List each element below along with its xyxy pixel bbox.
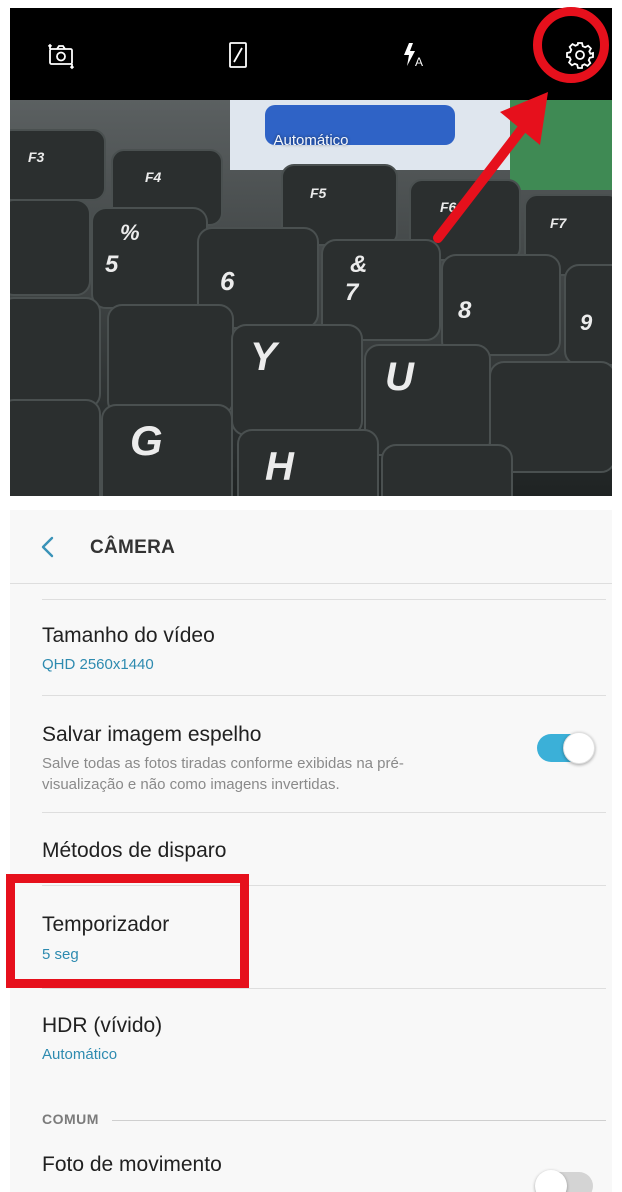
divider — [42, 812, 606, 813]
svg-text:F5: F5 — [310, 185, 327, 201]
svg-text:U: U — [385, 355, 415, 399]
svg-text:F3: F3 — [28, 149, 45, 165]
keyboard-photo: F3 F4 F5 F6 F7 % 5 6 & 7 8 9 Y U G H — [10, 100, 612, 496]
camera-settings-panel: CÂMERA Tamanho do vídeo QHD 2560x1440 Sa… — [10, 510, 612, 1192]
setting-description: Salve todas as fotos tiradas conforme ex… — [42, 755, 404, 793]
svg-text:F4: F4 — [145, 169, 162, 185]
camera-viewfinder[interactable]: A F3 F4 F5 F6 F7 % 5 6 & 7 8 9 Y U G H A… — [10, 8, 612, 496]
camera-mode-label: Automático — [273, 132, 349, 149]
setting-value: Automático — [42, 1046, 118, 1063]
back-arrow-icon[interactable] — [34, 532, 64, 562]
setting-value: QHD 2560x1440 — [42, 656, 154, 673]
svg-text:%: % — [120, 220, 140, 245]
svg-text:H: H — [265, 445, 295, 489]
setting-title: Tamanho do vídeo — [42, 624, 215, 647]
svg-text:G: G — [130, 417, 163, 464]
setting-title: HDR (vívido) — [42, 1014, 163, 1037]
aspect-ratio-icon[interactable] — [215, 32, 261, 78]
annotation-highlight-box — [6, 874, 249, 988]
motion-photo-toggle[interactable] — [535, 1170, 593, 1192]
section-divider — [112, 1120, 606, 1121]
setting-title: Salvar imagem espelho — [42, 723, 262, 746]
divider — [42, 599, 606, 600]
svg-text:7: 7 — [345, 279, 360, 306]
divider — [42, 988, 606, 989]
svg-text:5: 5 — [105, 251, 119, 278]
svg-text:F6: F6 — [440, 199, 457, 215]
annotation-circle — [533, 7, 609, 83]
svg-text:8: 8 — [458, 297, 472, 324]
switch-camera-icon[interactable] — [38, 32, 84, 78]
page-title: CÂMERA — [90, 537, 176, 558]
toggle-knob — [563, 732, 595, 764]
settings-header: CÂMERA — [10, 510, 612, 584]
svg-text:F7: F7 — [550, 215, 568, 231]
save-mirror-toggle[interactable] — [537, 732, 595, 764]
setting-title: Foto de movimento — [42, 1153, 222, 1176]
svg-text:A: A — [415, 55, 423, 69]
svg-text:Y: Y — [250, 335, 280, 379]
flash-auto-icon[interactable]: A — [392, 32, 438, 78]
setting-title: Métodos de disparo — [42, 839, 227, 862]
section-header-common: COMUM — [42, 1111, 99, 1127]
camera-top-bar: A — [10, 8, 612, 100]
divider — [42, 695, 606, 696]
svg-text:9: 9 — [580, 310, 593, 335]
svg-text:6: 6 — [220, 266, 235, 296]
svg-text:&: & — [350, 251, 367, 278]
